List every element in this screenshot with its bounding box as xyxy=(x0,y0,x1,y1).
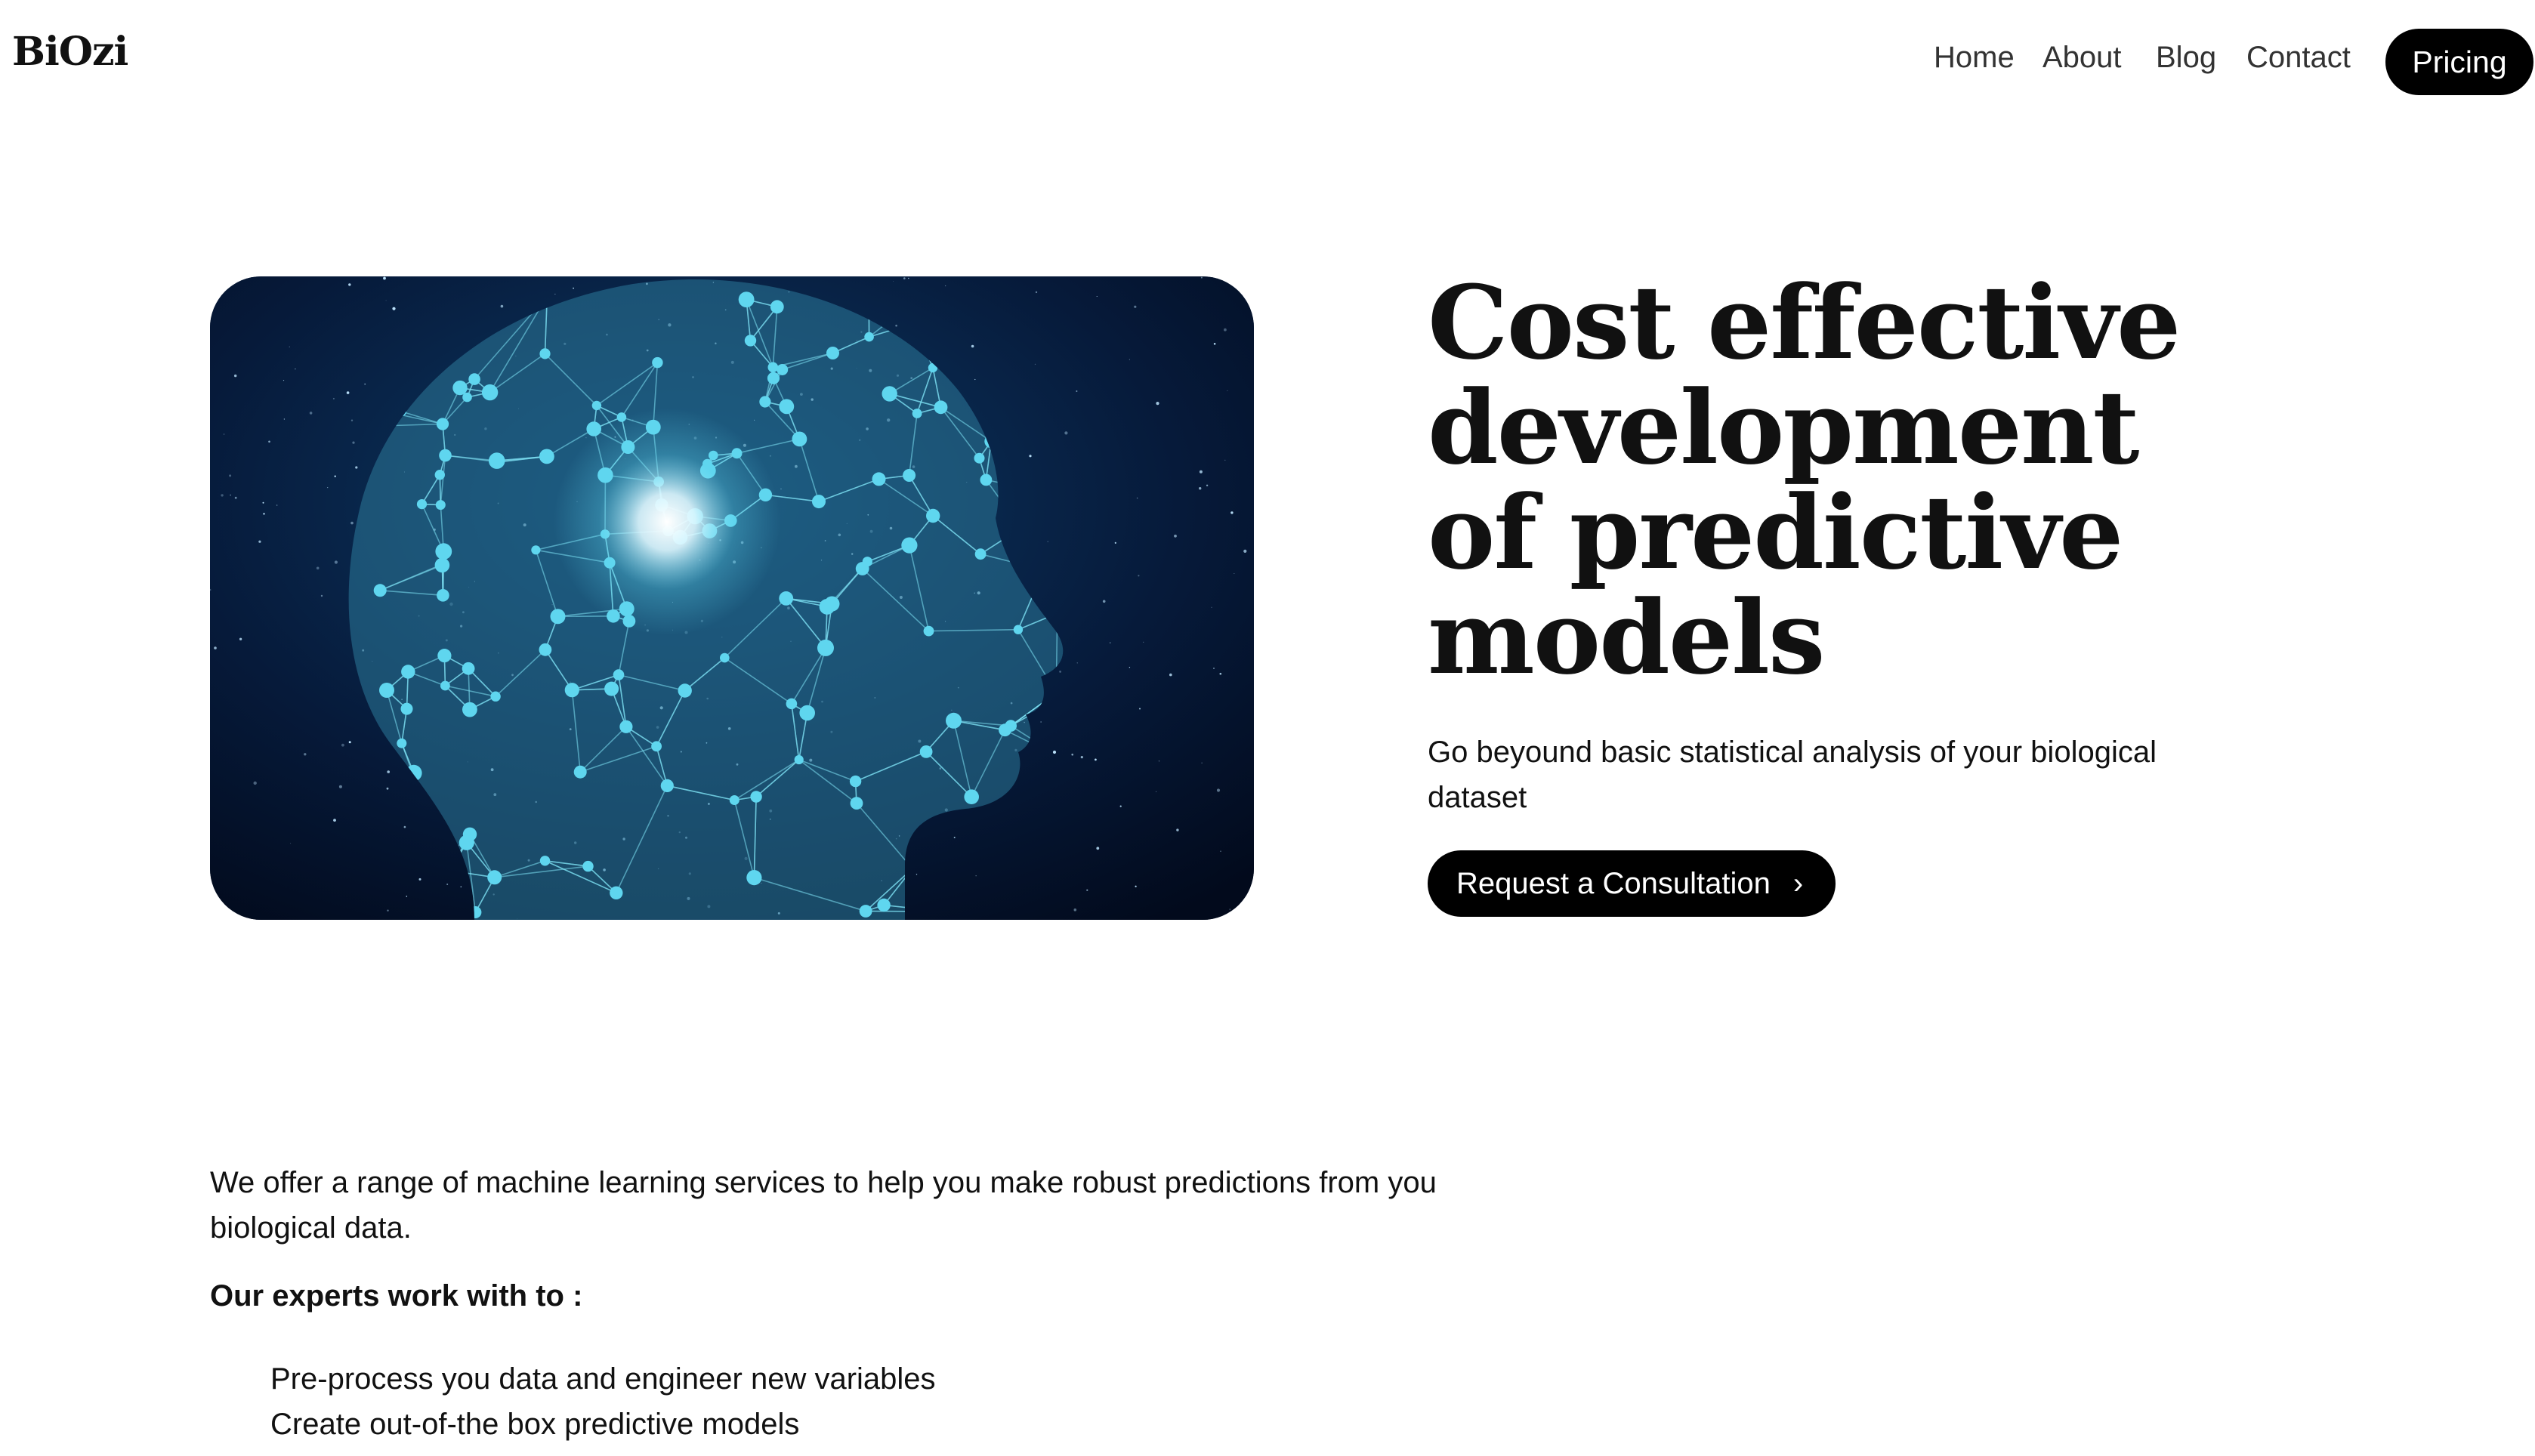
pricing-button[interactable]: Pricing xyxy=(2385,29,2533,95)
hero-image xyxy=(210,276,1254,920)
cta-label: Request a Consultation xyxy=(1456,866,1771,900)
hero-subtitle: Go beyound basic statistical analysis of… xyxy=(1428,736,2157,814)
nav-contact[interactable]: Contact xyxy=(2246,41,2351,75)
site-header: BiOzi Home About Blog Contact Pricing xyxy=(0,0,2535,125)
experts-heading: Our experts work with to : xyxy=(210,1279,583,1313)
hero-title: Cost effective development of predictive… xyxy=(1428,263,2181,697)
list-item: Create out-of-the box predictive models xyxy=(270,1408,800,1441)
intro-text: We offer a range of machine learning ser… xyxy=(210,1166,1437,1245)
nav-about[interactable]: About xyxy=(2043,41,2122,75)
nav-blog[interactable]: Blog xyxy=(2156,41,2216,75)
request-consultation-button[interactable]: Request a Consultation › xyxy=(1428,850,1836,917)
list-item: Pre-process you data and engineer new va… xyxy=(270,1362,936,1396)
nav-home[interactable]: Home xyxy=(1934,41,2015,75)
chevron-right-icon: › xyxy=(1792,866,1804,900)
services-list: Pre-process you data and engineer new va… xyxy=(270,1356,936,1447)
ai-head-network-illustration xyxy=(210,276,1254,920)
site-logo[interactable]: BiOzi xyxy=(12,29,128,75)
